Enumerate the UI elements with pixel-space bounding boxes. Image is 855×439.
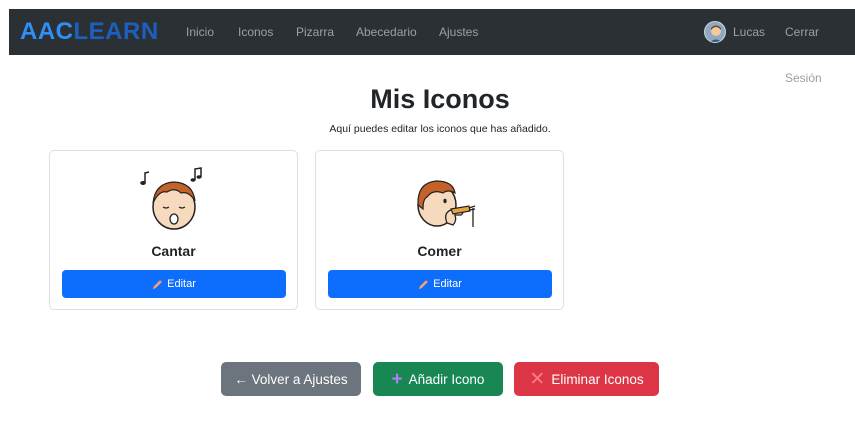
add-button-label: Añadir Icono <box>408 371 485 387</box>
brand-part-1: AAC <box>20 18 74 45</box>
pencil-icon <box>419 279 429 289</box>
page-title: Mis Iconos <box>370 84 510 114</box>
back-button-label: ← Volver a Ajustes <box>234 371 348 387</box>
icon-card-label: Comer <box>417 243 462 259</box>
cross-icon: ✕ <box>529 368 546 390</box>
singing-boy-icon <box>140 167 202 230</box>
icon-card-cantar: Cantar Editar <box>49 150 298 310</box>
navbar: AACLEARN Inicio Iconos Pizarra Abecedari… <box>9 9 855 85</box>
user-avatar[interactable] <box>704 21 726 43</box>
icon-card-label: Cantar <box>151 243 196 259</box>
delete-icons-button[interactable]: ✕ Eliminar Iconos <box>514 362 659 396</box>
pencil-icon <box>153 279 163 289</box>
logout-link[interactable]: Cerrar Sesión <box>785 9 855 85</box>
plus-icon: + <box>391 368 403 390</box>
edit-button-cantar[interactable]: Editar <box>62 270 286 298</box>
add-icon-button[interactable]: + Añadir Icono <box>373 362 503 396</box>
edit-button-label: Editar <box>167 278 196 290</box>
nav-user-name[interactable]: Lucas <box>733 9 765 55</box>
brand-logo[interactable]: AACLEARN <box>20 18 159 46</box>
brand-part-2: LEARN <box>73 18 159 45</box>
nav-link-abecedario[interactable]: Abecedario <box>356 9 417 55</box>
page-subtitle: Aquí puedes editar los iconos que has añ… <box>329 123 551 135</box>
nav-link-pizarra[interactable]: Pizarra <box>296 9 334 55</box>
nav-link-inicio[interactable]: Inicio <box>186 9 214 55</box>
nav-link-iconos[interactable]: Iconos <box>238 9 273 55</box>
eating-boy-icon <box>417 180 476 227</box>
edit-button-label: Editar <box>433 278 462 290</box>
icon-card-comer: Comer Editar <box>315 150 564 310</box>
nav-link-ajustes[interactable]: Ajustes <box>439 9 478 55</box>
back-to-settings-button[interactable]: ← Volver a Ajustes <box>221 362 361 396</box>
edit-button-comer[interactable]: Editar <box>328 270 552 298</box>
delete-button-label: Eliminar Iconos <box>551 371 644 387</box>
